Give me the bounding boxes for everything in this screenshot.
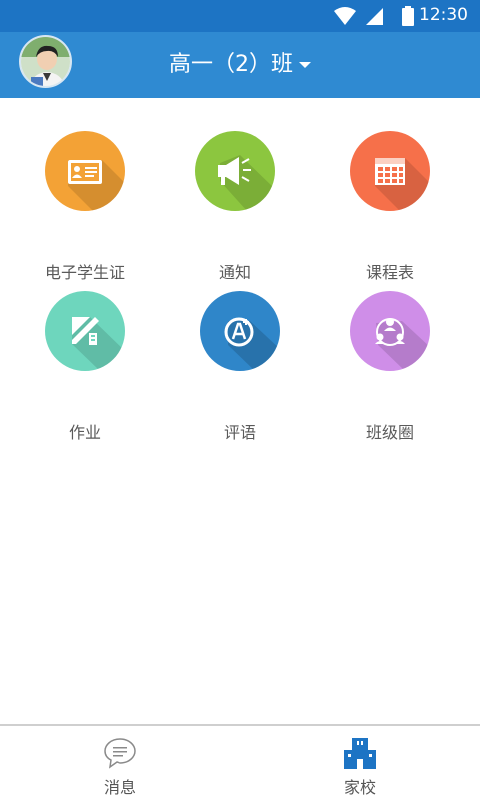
- wifi-icon: [334, 7, 356, 25]
- tile-comments[interactable]: 评语: [160, 291, 320, 442]
- tile-icon-circle: [350, 291, 430, 371]
- status-time: 12:30: [419, 5, 468, 25]
- id-card-icon: [68, 160, 125, 211]
- timetable-icon: [375, 158, 430, 211]
- tile-icon-circle: [200, 291, 280, 371]
- tile-label: 电子学生证: [44, 263, 125, 282]
- tile-class-circle[interactable]: 班级圈: [310, 291, 470, 442]
- tile-label: 评语: [223, 423, 256, 442]
- nav-messages[interactable]: 消息: [0, 726, 240, 800]
- class-circle-icon: [375, 318, 430, 371]
- grade-a-plus-icon: [224, 317, 280, 371]
- tile-timetable[interactable]: 课程表: [310, 131, 470, 282]
- class-selector[interactable]: 高一（2）班: [0, 46, 480, 78]
- school-building-icon: [344, 738, 376, 769]
- tile-icon-circle: [195, 131, 275, 211]
- tile-homework[interactable]: 作业: [5, 291, 165, 442]
- signal-icon: [366, 8, 383, 25]
- nav-home-school[interactable]: 家校: [240, 726, 480, 800]
- megaphone-icon: [218, 155, 275, 211]
- pencil-ruler-icon: [72, 317, 125, 371]
- tile-notice[interactable]: 通知: [155, 131, 315, 282]
- tile-icon-circle: [45, 131, 125, 211]
- page-title: 高一（2）班: [169, 52, 293, 77]
- battery-icon: [402, 6, 414, 26]
- status-bar: 12:30: [0, 0, 480, 32]
- tile-student-id[interactable]: 电子学生证: [5, 131, 165, 282]
- tile-label: 通知: [218, 263, 251, 282]
- nav-label: 家校: [343, 778, 376, 797]
- nav-label: 消息: [103, 778, 136, 797]
- tile-label: 作业: [68, 423, 101, 442]
- tile-icon-circle: [350, 131, 430, 211]
- caret-down-icon: [299, 62, 311, 68]
- tile-label: 班级圈: [365, 423, 414, 442]
- tile-icon-circle: [45, 291, 125, 371]
- tile-label: 课程表: [365, 263, 414, 282]
- chat-bubble-icon: [104, 738, 136, 769]
- app-header: 高一（2）班: [0, 32, 480, 98]
- bottom-nav: 消息 家校: [0, 724, 480, 800]
